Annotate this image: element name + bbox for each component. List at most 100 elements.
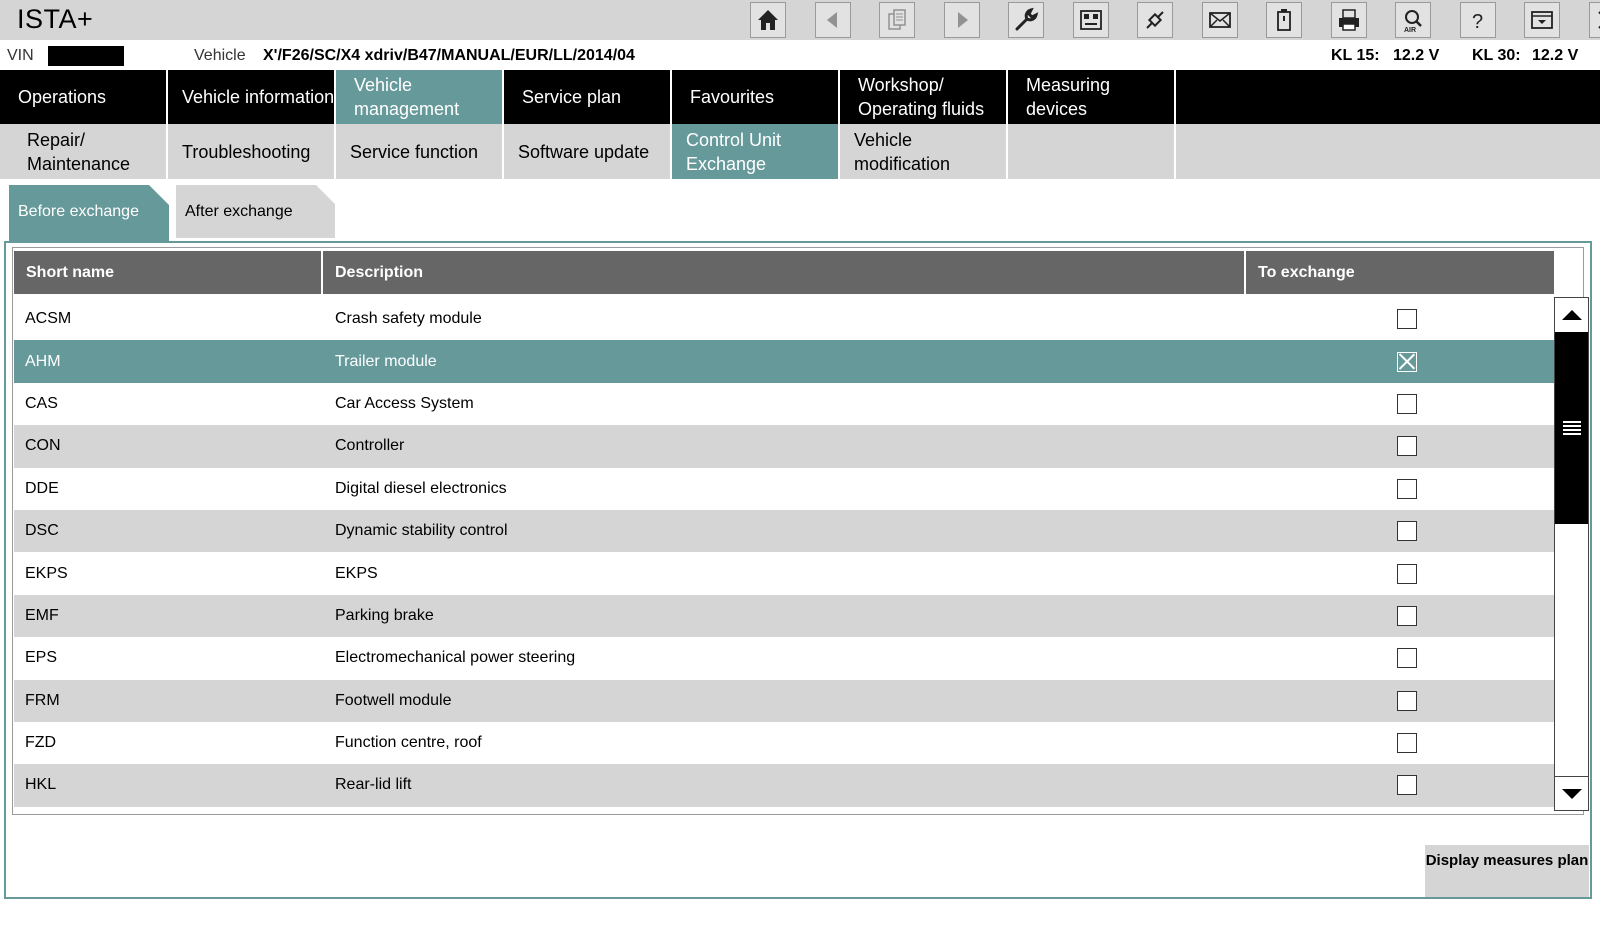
scroll-down-button[interactable] <box>1555 776 1588 810</box>
content-frame: Short name Description To exchange ACSM C… <box>4 241 1592 899</box>
toolbar: AIR ? <box>750 2 1600 38</box>
subnav-vehicle-modification[interactable]: Vehicle modification <box>840 124 1008 179</box>
nav-favourites[interactable]: Favourites <box>672 70 840 124</box>
table-row[interactable]: EPS Electromechanical power steering <box>14 637 1554 679</box>
vertical-scrollbar[interactable] <box>1554 297 1589 811</box>
exchange-checkbox[interactable] <box>1397 521 1417 542</box>
close-icon[interactable] <box>1588 2 1600 38</box>
connection-icon[interactable] <box>1137 2 1173 38</box>
nav-vehicle-management[interactable]: Vehicle management <box>336 70 504 124</box>
cell-short-name: CON <box>25 437 61 455</box>
control-unit-table: Short name Description To exchange ACSM C… <box>12 247 1589 815</box>
arrow-down-icon <box>1561 788 1582 799</box>
scroll-thumb[interactable] <box>1555 332 1588 524</box>
cell-to-exchange <box>1250 595 1554 637</box>
arrow-up-icon <box>1561 310 1582 320</box>
battery-icon[interactable] <box>1266 2 1302 38</box>
help-icon[interactable]: ? <box>1459 2 1496 38</box>
exchange-checkbox[interactable] <box>1397 351 1417 372</box>
scroll-up-button[interactable] <box>1555 298 1588 332</box>
exchange-checkbox[interactable] <box>1397 690 1417 711</box>
table-row[interactable]: CAS Car Access System <box>14 383 1554 425</box>
svg-text:AIR: AIR <box>1404 27 1416 33</box>
cell-description: Trailer module <box>335 352 437 370</box>
cell-description: Function centre, roof <box>335 734 482 752</box>
home-icon[interactable] <box>750 2 786 38</box>
exchange-checkbox[interactable] <box>1397 478 1417 499</box>
exchange-checkbox[interactable] <box>1397 309 1417 330</box>
cell-to-exchange <box>1250 383 1554 425</box>
table-row[interactable]: DSC Dynamic stability control <box>14 509 1554 553</box>
subnav-repair-maintenance[interactable]: Repair/ Maintenance <box>0 124 168 179</box>
vin-label: VIN <box>7 47 34 64</box>
mail-icon[interactable] <box>1201 2 1238 38</box>
cell-short-name: HKL <box>25 776 57 794</box>
tab-before-exchange[interactable]: Before exchange <box>9 185 169 241</box>
header-description[interactable]: Description <box>323 251 1246 294</box>
cell-description: Footwell module <box>335 691 452 709</box>
nav-vehicle-information[interactable]: Vehicle information <box>168 70 336 124</box>
table-body: ACSM Crash safety module AHM Trailer module… <box>14 298 1554 807</box>
subnav-troubleshooting[interactable]: Troubleshooting <box>168 124 336 179</box>
nav-operations[interactable]: Operations <box>0 70 168 124</box>
vin-redacted <box>48 46 124 66</box>
nav-measuring-devices[interactable]: Measuring devices <box>1008 70 1176 124</box>
header-short-name[interactable]: Short name <box>14 251 323 294</box>
table-row[interactable]: EKPS EKPS <box>14 552 1554 594</box>
cell-description: Electromechanical power steering <box>335 649 576 667</box>
table-header: Short name Description To exchange <box>14 251 1554 294</box>
subnav-software-update[interactable]: Software update <box>504 124 672 179</box>
cell-to-exchange <box>1250 468 1554 510</box>
minimize-icon[interactable] <box>1524 2 1560 38</box>
display-measures-plan-button[interactable]: Display measures plan <box>1425 845 1589 897</box>
main-nav: Operations Vehicle information Vehicle m… <box>0 70 1600 124</box>
arrow-right-icon[interactable] <box>943 2 980 38</box>
cell-short-name: DSC <box>25 522 59 540</box>
cell-description: Car Access System <box>335 394 474 412</box>
app-title: ISTA+ <box>17 4 94 34</box>
subnav-control-unit-exchange[interactable]: Control Unit Exchange <box>672 124 840 179</box>
air-search-icon[interactable]: AIR <box>1395 2 1431 38</box>
header-to-exchange[interactable]: To exchange <box>1246 251 1554 294</box>
table-row[interactable]: DDE Digital diesel electronics <box>14 468 1554 510</box>
subnav-empty <box>1008 124 1176 179</box>
documents-icon[interactable] <box>879 2 915 38</box>
cell-short-name: FZD <box>25 734 57 752</box>
table-row[interactable]: FRM Footwell module <box>14 679 1554 722</box>
nav-workshop-operating-fluids[interactable]: Workshop/ Operating fluids <box>840 70 1008 124</box>
exchange-checkbox[interactable] <box>1397 436 1417 457</box>
cell-to-exchange <box>1250 764 1554 806</box>
exchange-checkbox[interactable] <box>1397 733 1417 754</box>
nav-service-plan[interactable]: Service plan <box>504 70 672 124</box>
cell-short-name: ACSM <box>25 310 72 328</box>
exchange-checkbox[interactable] <box>1397 563 1417 584</box>
table-row[interactable]: ACSM Crash safety module <box>14 298 1554 340</box>
vehicle-info-bar: VIN Vehicle X'/F26/SC/X4 xdriv/B47/MANUA… <box>0 42 1600 70</box>
tab-after-exchange[interactable]: After exchange <box>176 185 335 238</box>
cell-to-exchange <box>1250 680 1554 722</box>
cell-short-name: DDE <box>25 479 59 497</box>
subnav-service-function[interactable]: Service function <box>336 124 504 179</box>
svg-text:?: ? <box>1472 11 1483 33</box>
table-row[interactable]: AHM Trailer module <box>14 340 1554 383</box>
cell-to-exchange <box>1250 510 1554 552</box>
exchange-checkbox[interactable] <box>1397 393 1417 414</box>
table-row[interactable]: CON Controller <box>14 425 1554 468</box>
table-row[interactable]: FZD Function centre, roof <box>14 722 1554 764</box>
cell-description: Digital diesel electronics <box>335 479 507 497</box>
table-row[interactable]: HKL Rear-lid lift <box>14 764 1554 807</box>
print-icon[interactable] <box>1330 2 1367 38</box>
control-unit-icon[interactable] <box>1072 2 1109 38</box>
exchange-checkbox[interactable] <box>1397 775 1417 796</box>
cell-description: Rear-lid lift <box>335 776 412 794</box>
cell-to-exchange <box>1250 722 1554 764</box>
grip-icon <box>1562 421 1581 435</box>
arrow-left-icon[interactable] <box>814 2 851 38</box>
exchange-checkbox[interactable] <box>1397 648 1417 669</box>
table-row[interactable]: EMF Parking brake <box>14 594 1554 638</box>
cell-short-name: CAS <box>25 394 58 412</box>
exchange-checkbox[interactable] <box>1397 605 1417 626</box>
wrench-icon[interactable] <box>1008 2 1044 38</box>
cell-to-exchange <box>1250 425 1554 467</box>
cell-description: EKPS <box>335 564 378 582</box>
